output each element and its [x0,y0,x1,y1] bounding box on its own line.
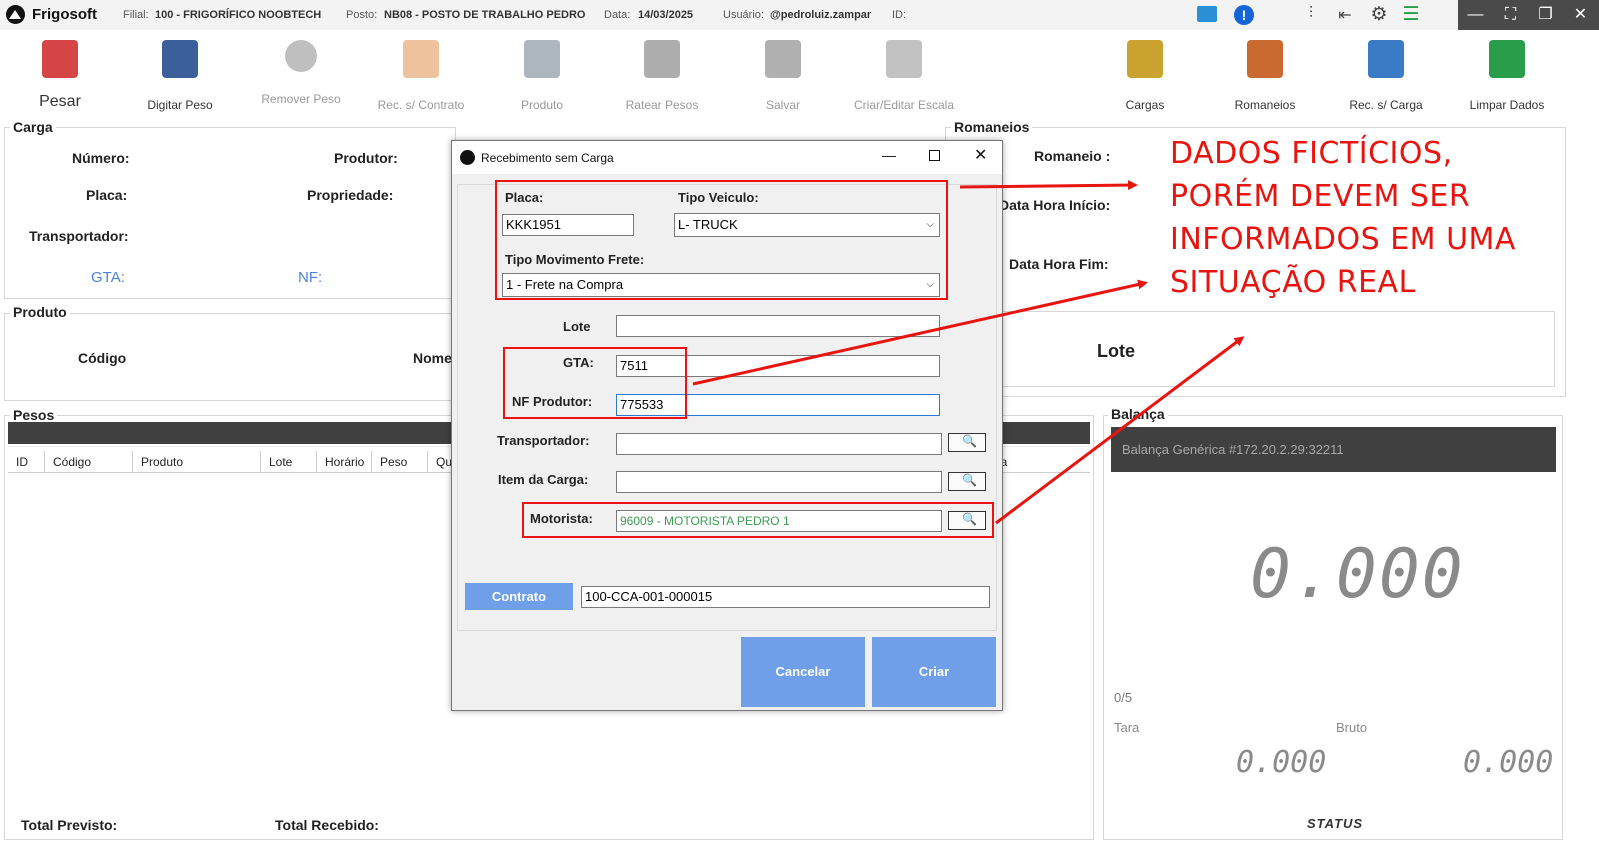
annotation-line: SITUAÇÃO REAL [1170,265,1416,300]
annotation-line: DADOS FICTÍCIOS, [1170,136,1453,171]
arrow-2 [692,279,1148,386]
annotation-arrows [692,180,1245,525]
arrow-3 [995,336,1245,525]
annotation-line: PORÉM DEVEM SER [1170,179,1471,214]
annotation-line: INFORMADOS EM UMA [1170,222,1516,257]
arrow-1 [959,180,1138,191]
